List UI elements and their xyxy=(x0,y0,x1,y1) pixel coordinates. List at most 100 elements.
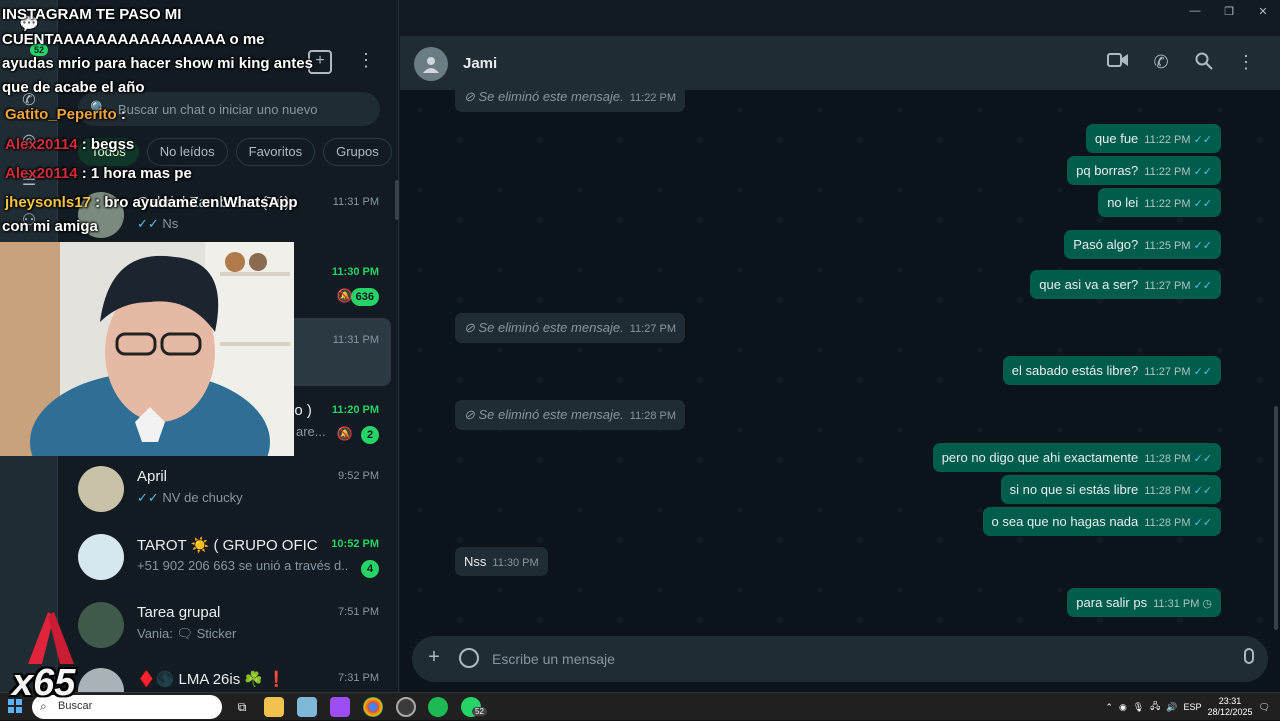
chat-time: 10:52 PM xyxy=(331,538,379,550)
message-outgoing[interactable]: Pasó algo? 11:25 PM ✓✓ xyxy=(1064,230,1221,259)
chat-username: Gatito_Peperito xyxy=(5,106,117,123)
tray-mic-icon[interactable]: 🎙 xyxy=(1133,702,1144,713)
chat-preview: ✓✓ Ns xyxy=(137,216,347,232)
contact-name[interactable]: Jami xyxy=(463,55,497,72)
video-call-icon[interactable] xyxy=(1106,52,1130,76)
message-outgoing[interactable]: que fue 11:22 PM ✓✓ xyxy=(1085,124,1221,153)
close-button[interactable]: ✕ xyxy=(1246,0,1280,22)
chat-row[interactable]: April 9:52 PM ✓✓ NV de chucky xyxy=(66,454,391,522)
obs-icon[interactable] xyxy=(396,697,416,717)
contact-avatar[interactable] xyxy=(414,47,448,81)
tray-volume-icon[interactable]: 🔊 xyxy=(1166,702,1177,713)
tray-chevron-icon[interactable]: ⌃ xyxy=(1105,702,1113,713)
message-time: 11:31 PM xyxy=(1153,598,1200,610)
voice-call-icon[interactable]: ✆ xyxy=(1149,52,1173,76)
chat-message: : xyxy=(120,106,126,123)
donation-line: que de acabe el año xyxy=(2,79,145,96)
chat-time: 7:31 PM xyxy=(338,672,379,684)
webcam-image xyxy=(0,242,294,456)
chrome-icon[interactable] xyxy=(363,697,383,717)
chat-row[interactable]: TAROT ☀️ ( GRUPO OFICI... 10:52 PM +51 9… xyxy=(66,522,391,590)
chat-time: 9:52 PM xyxy=(338,470,379,482)
message-deleted[interactable]: ⊘ Se eliminó este mensaje. 11:28 PM xyxy=(455,400,686,430)
read-ticks-icon: ✓✓ xyxy=(1193,517,1212,529)
message-outgoing[interactable]: pq borras? 11:22 PM ✓✓ xyxy=(1067,156,1221,185)
restore-button[interactable]: ❐ xyxy=(1212,0,1246,22)
message-time: 11:28 PM xyxy=(1144,517,1191,529)
gift-multiplier: x65 xyxy=(12,662,76,704)
donation-line: ayudas mrio para hacer show mi king ante… xyxy=(2,55,313,72)
donation-line: INSTAGRAM TE PASO MI xyxy=(2,6,182,23)
chat-row[interactable]: Tarea grupal 7:51 PM Vania: 🗨 Sticker xyxy=(66,590,391,658)
message-incoming[interactable]: Nss 11:30 PM xyxy=(455,547,548,576)
filter-unread[interactable]: No leídos xyxy=(146,138,228,166)
notifications-icon[interactable]: 🗨 xyxy=(1259,702,1270,713)
message-text: o sea que no hagas nada xyxy=(991,514,1139,529)
read-ticks-icon: ✓✓ xyxy=(1193,453,1212,465)
deleted-text: ⊘ Se eliminó este mensaje. xyxy=(464,90,624,104)
chat-preview-text: NV de chucky xyxy=(162,490,243,505)
message-outgoing[interactable]: para salir ps 11:31 PM ◷ xyxy=(1067,588,1221,617)
message-outgoing[interactable]: si no que si estás libre 11:28 PM ✓✓ xyxy=(1000,475,1221,504)
message-text: Pasó algo? xyxy=(1073,237,1139,252)
clock-date: 28/12/2025 xyxy=(1207,707,1253,717)
menu-icon[interactable]: ⋮ xyxy=(354,50,378,74)
message-outgoing[interactable]: o sea que no hagas nada 11:28 PM ✓✓ xyxy=(982,507,1221,536)
message-input[interactable]: Escribe un mensaje xyxy=(492,651,615,667)
task-view-icon[interactable]: ⧉ xyxy=(232,697,252,717)
message-text: que fue xyxy=(1094,131,1139,146)
conversation-header[interactable]: Jami ✆ ⋮ xyxy=(400,36,1280,90)
message-list[interactable]: ⊘ Se eliminó este mensaje. 11:22 PM que f… xyxy=(400,90,1280,636)
chat-list-scrollbar[interactable] xyxy=(395,180,399,220)
attach-icon[interactable]: + xyxy=(424,646,444,669)
message-outgoing[interactable]: no lei 11:22 PM ✓✓ xyxy=(1098,188,1221,217)
stream-chat-line: Gatito_Peperito : xyxy=(5,106,126,123)
spotify-icon[interactable] xyxy=(428,697,448,717)
search-icon[interactable] xyxy=(1192,52,1216,76)
stream-chat-line: Alex20114 : 1 hora mas pe xyxy=(5,165,192,182)
stream-chat-line: con mi amiga xyxy=(2,218,98,235)
deleted-text: ⊘ Se eliminó este mensaje. xyxy=(464,407,624,422)
app-icon[interactable] xyxy=(330,697,350,717)
message-outgoing[interactable]: el sabado estás libre? 11:27 PM ✓✓ xyxy=(1002,356,1221,385)
message-outgoing[interactable]: que asi va a ser? 11:27 PM ✓✓ xyxy=(1030,270,1221,299)
file-explorer-icon[interactable] xyxy=(264,697,284,717)
message-text: Se eliminó este mensaje. xyxy=(478,320,624,335)
message-text: para salir ps xyxy=(1076,595,1148,610)
tray-record-icon[interactable]: ◉ xyxy=(1119,702,1127,713)
message-text: no lei xyxy=(1107,195,1139,210)
message-time: 11:22 PM xyxy=(1144,166,1191,178)
minimize-button[interactable]: — xyxy=(1178,0,1212,22)
message-time: 11:28 PM xyxy=(1144,485,1191,497)
read-ticks-icon: ✓✓ xyxy=(1193,366,1212,378)
chat-name: April xyxy=(137,468,168,485)
message-deleted[interactable]: ⊘ Se eliminó este mensaje. 11:22 PM xyxy=(455,90,686,112)
chat-preview: +51 902 206 663 se unió a través d... xyxy=(137,558,347,573)
message-deleted[interactable]: ⊘ Se eliminó este mensaje. 11:27 PM xyxy=(455,313,686,343)
donation-line: CUENTAAAAAAAAAAAAAAAA o me xyxy=(2,31,265,48)
chat-row[interactable]: Gabriel Zambrano (Tú) 11:31 PM ✓✓ Ns xyxy=(66,180,391,248)
read-ticks-icon: ✓✓ xyxy=(137,490,159,505)
language-indicator[interactable]: ESP xyxy=(1184,702,1202,712)
read-ticks-icon: ✓✓ xyxy=(1193,166,1212,178)
system-tray: ⌃ ◉ 🎙 🖧 🔊 ESP 23:31 28/12/2025 🗨 xyxy=(1105,693,1280,721)
message-text: Se eliminó este mensaje. xyxy=(478,407,624,422)
chat-time: 11:30 PM xyxy=(331,266,379,278)
chat-row[interactable]: ♦️🌑 LMA 26is ☘️ ❗ 7:31 PM xyxy=(66,656,391,692)
app-icon[interactable] xyxy=(297,697,317,717)
search-input[interactable]: Buscar un chat o iniciar uno nuevo xyxy=(118,102,317,117)
whatsapp-badge: 52 xyxy=(472,707,487,716)
filter-groups[interactable]: Grupos xyxy=(323,138,392,166)
microphone-icon[interactable] xyxy=(1244,648,1254,664)
filter-favorites[interactable]: Favoritos xyxy=(235,138,316,166)
chat-time: 11:31 PM xyxy=(332,196,379,208)
conversation-scrollbar[interactable] xyxy=(1274,406,1278,630)
more-options-icon[interactable]: ⋮ xyxy=(1234,52,1258,76)
sticker-icon[interactable] xyxy=(459,648,479,668)
tray-network-icon[interactable]: 🖧 xyxy=(1150,699,1160,715)
chat-preview: Vania: 🗨 Sticker xyxy=(137,626,237,641)
message-outgoing[interactable]: pero no digo que ahi exactamente 11:28 PM… xyxy=(932,443,1221,472)
clock[interactable]: 23:31 28/12/2025 xyxy=(1208,696,1253,718)
taskbar: ⌕ Buscar ⧉ 52 ⌃ ◉ 🎙 🖧 🔊 ESP 23:31 28/12/… xyxy=(0,692,1280,720)
message-time: 11:22 PM xyxy=(1144,198,1191,210)
